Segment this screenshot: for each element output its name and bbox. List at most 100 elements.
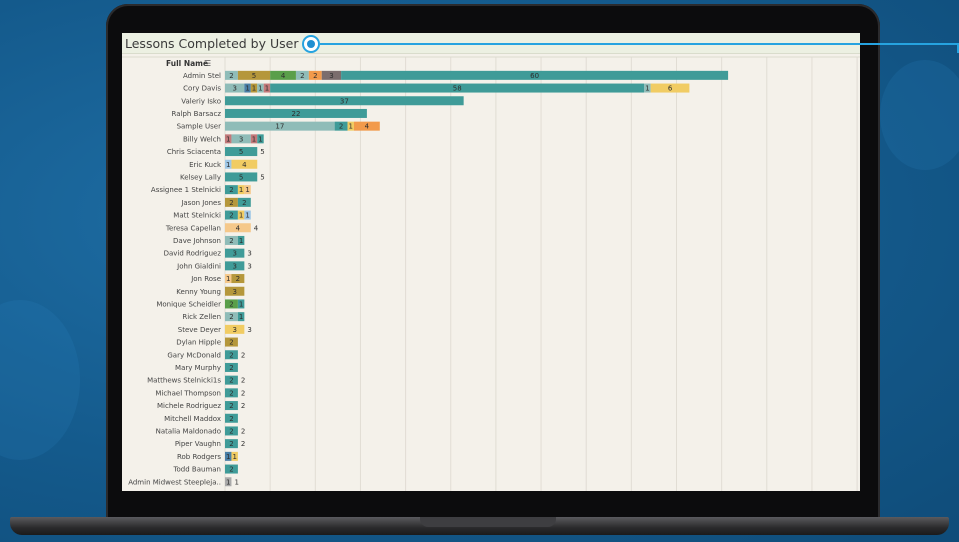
segment-value-label: 3	[232, 262, 236, 270]
segment-value-label: 2	[300, 72, 304, 80]
row-label[interactable]: Valeriy Isko	[181, 97, 221, 105]
row-total-label: 2	[241, 440, 245, 448]
row-label[interactable]: Mary Murphy	[175, 364, 221, 372]
segment-value-label: 5	[239, 148, 243, 156]
row-total-label: 3	[247, 250, 251, 258]
background-decoration	[0, 300, 80, 460]
laptop-base-notch	[420, 517, 556, 527]
row-label[interactable]: Monique Scheidler	[156, 300, 221, 308]
segment-value-label: 37	[340, 97, 349, 105]
segment-value-label: 1	[349, 123, 353, 131]
segment-value-label: 6	[668, 85, 673, 93]
row-label[interactable]: Rick Zellen	[182, 313, 221, 321]
segment-value-label: 2	[229, 364, 233, 372]
row-label[interactable]: Chris Sciacenta	[167, 148, 221, 156]
segment-value-label: 1	[226, 453, 230, 461]
row-label[interactable]: Admin Midwest Steepleja..	[128, 478, 221, 486]
segment-value-label: 3	[232, 288, 236, 296]
segment-value-label: 1	[232, 453, 236, 461]
row-total-label: 2	[241, 389, 245, 397]
row-total-label: 4	[254, 224, 259, 232]
row-label[interactable]: Rob Rodgers	[177, 453, 221, 461]
row-label[interactable]: Admin Stel	[183, 72, 221, 80]
segment-value-label: 5	[239, 173, 243, 181]
row-total-label: 3	[247, 326, 251, 334]
dashboard-screen: Lessons Completed by User Full Name ☰ Ad…	[122, 33, 860, 491]
row-label[interactable]: Mitchell Maddox	[164, 415, 221, 423]
segment-value-label: 2	[229, 377, 233, 385]
segment-value-label: 3	[232, 250, 236, 258]
segment-value-label: 60	[530, 72, 539, 80]
row-label[interactable]: Steve Deyer	[178, 326, 221, 334]
segment-value-label: 1	[252, 85, 256, 93]
segment-value-label: 3	[232, 85, 236, 93]
segment-value-label: 1	[245, 85, 249, 93]
segment-value-label: 1	[245, 212, 249, 220]
annotation-connector	[320, 43, 959, 45]
segment-value-label: 1	[239, 212, 243, 220]
segment-value-label: 4	[281, 72, 286, 80]
row-label[interactable]: Kelsey Lally	[180, 173, 221, 181]
segment-value-label: 2	[242, 199, 246, 207]
row-label[interactable]: Billy Welch	[183, 135, 221, 143]
segment-value-label: 1	[265, 85, 269, 93]
row-total-label: 2	[241, 402, 245, 410]
row-label[interactable]: Matt Stelnicki	[173, 212, 221, 220]
row-label[interactable]: Jon Rose	[190, 275, 221, 283]
row-total-label: 1	[234, 478, 238, 486]
row-label[interactable]: Michele Rodriguez	[157, 402, 221, 410]
row-total-label: 2	[241, 427, 245, 435]
row-label[interactable]: Michael Thompson	[155, 389, 221, 397]
row-label[interactable]: Teresa Capellan	[165, 224, 221, 232]
segment-value-label: 2	[229, 415, 233, 423]
row-label[interactable]: Assignee 1 Stelnicki	[151, 186, 221, 194]
annotation-marker[interactable]	[302, 35, 320, 53]
segment-value-label: 5	[252, 72, 256, 80]
row-label[interactable]: Dylan Hipple	[176, 339, 221, 347]
row-label[interactable]: Matthews Stelnicki1s	[147, 377, 221, 385]
segment-value-label: 4	[242, 161, 247, 169]
background-decoration	[880, 60, 959, 170]
segment-value-label: 4	[236, 224, 241, 232]
segment-value-label: 2	[229, 186, 233, 194]
segment-value-label: 2	[229, 72, 233, 80]
segment-value-label: 58	[453, 85, 462, 93]
segment-value-label: 22	[291, 110, 300, 118]
row-total-label: 2	[241, 351, 245, 359]
segment-value-label: 2	[229, 199, 233, 207]
row-label[interactable]: Todd Bauman	[172, 466, 221, 474]
row-label[interactable]: Natalia Maldonado	[156, 427, 221, 435]
segment-value-label: 1	[226, 478, 230, 486]
segment-value-label: 1	[252, 135, 256, 143]
segment-value-label: 1	[258, 135, 262, 143]
segment-value-label: 2	[229, 237, 233, 245]
segment-value-label: 1	[226, 161, 230, 169]
row-label[interactable]: Dave Johnson	[173, 237, 221, 245]
row-label[interactable]: Kenny Young	[176, 288, 221, 296]
segment-value-label: 2	[229, 351, 233, 359]
segment-value-label: 1	[239, 313, 243, 321]
row-label[interactable]: Eric Kuck	[189, 161, 222, 169]
row-label[interactable]: John Gialdini	[176, 262, 221, 270]
segment-value-label: 2	[229, 427, 233, 435]
row-total-label: 2	[241, 377, 245, 385]
segment-value-label: 3	[239, 135, 243, 143]
row-label[interactable]: Ralph Barsacz	[172, 110, 222, 118]
segment-value-label: 1	[239, 300, 243, 308]
segment-value-label: 2	[229, 440, 233, 448]
segment-value-label: 1	[645, 85, 649, 93]
segment-value-label: 2	[339, 123, 343, 131]
row-label[interactable]: Gary McDonald	[167, 351, 221, 359]
segment-value-label: 3	[232, 326, 236, 334]
segment-value-label: 2	[229, 389, 233, 397]
row-label[interactable]: Cory Davis	[183, 85, 221, 93]
segment-value-label: 2	[229, 300, 233, 308]
row-total-label: 5	[260, 173, 264, 181]
segment-value-label: 1	[226, 275, 230, 283]
row-label[interactable]: Piper Vaughn	[175, 440, 221, 448]
segment-value-label: 1	[245, 186, 249, 194]
row-label[interactable]: Jason Jones	[180, 199, 221, 207]
row-label[interactable]: David Rodriguez	[164, 250, 222, 258]
row-label[interactable]: Sample User	[177, 123, 222, 131]
segment-value-label: 4	[365, 123, 370, 131]
